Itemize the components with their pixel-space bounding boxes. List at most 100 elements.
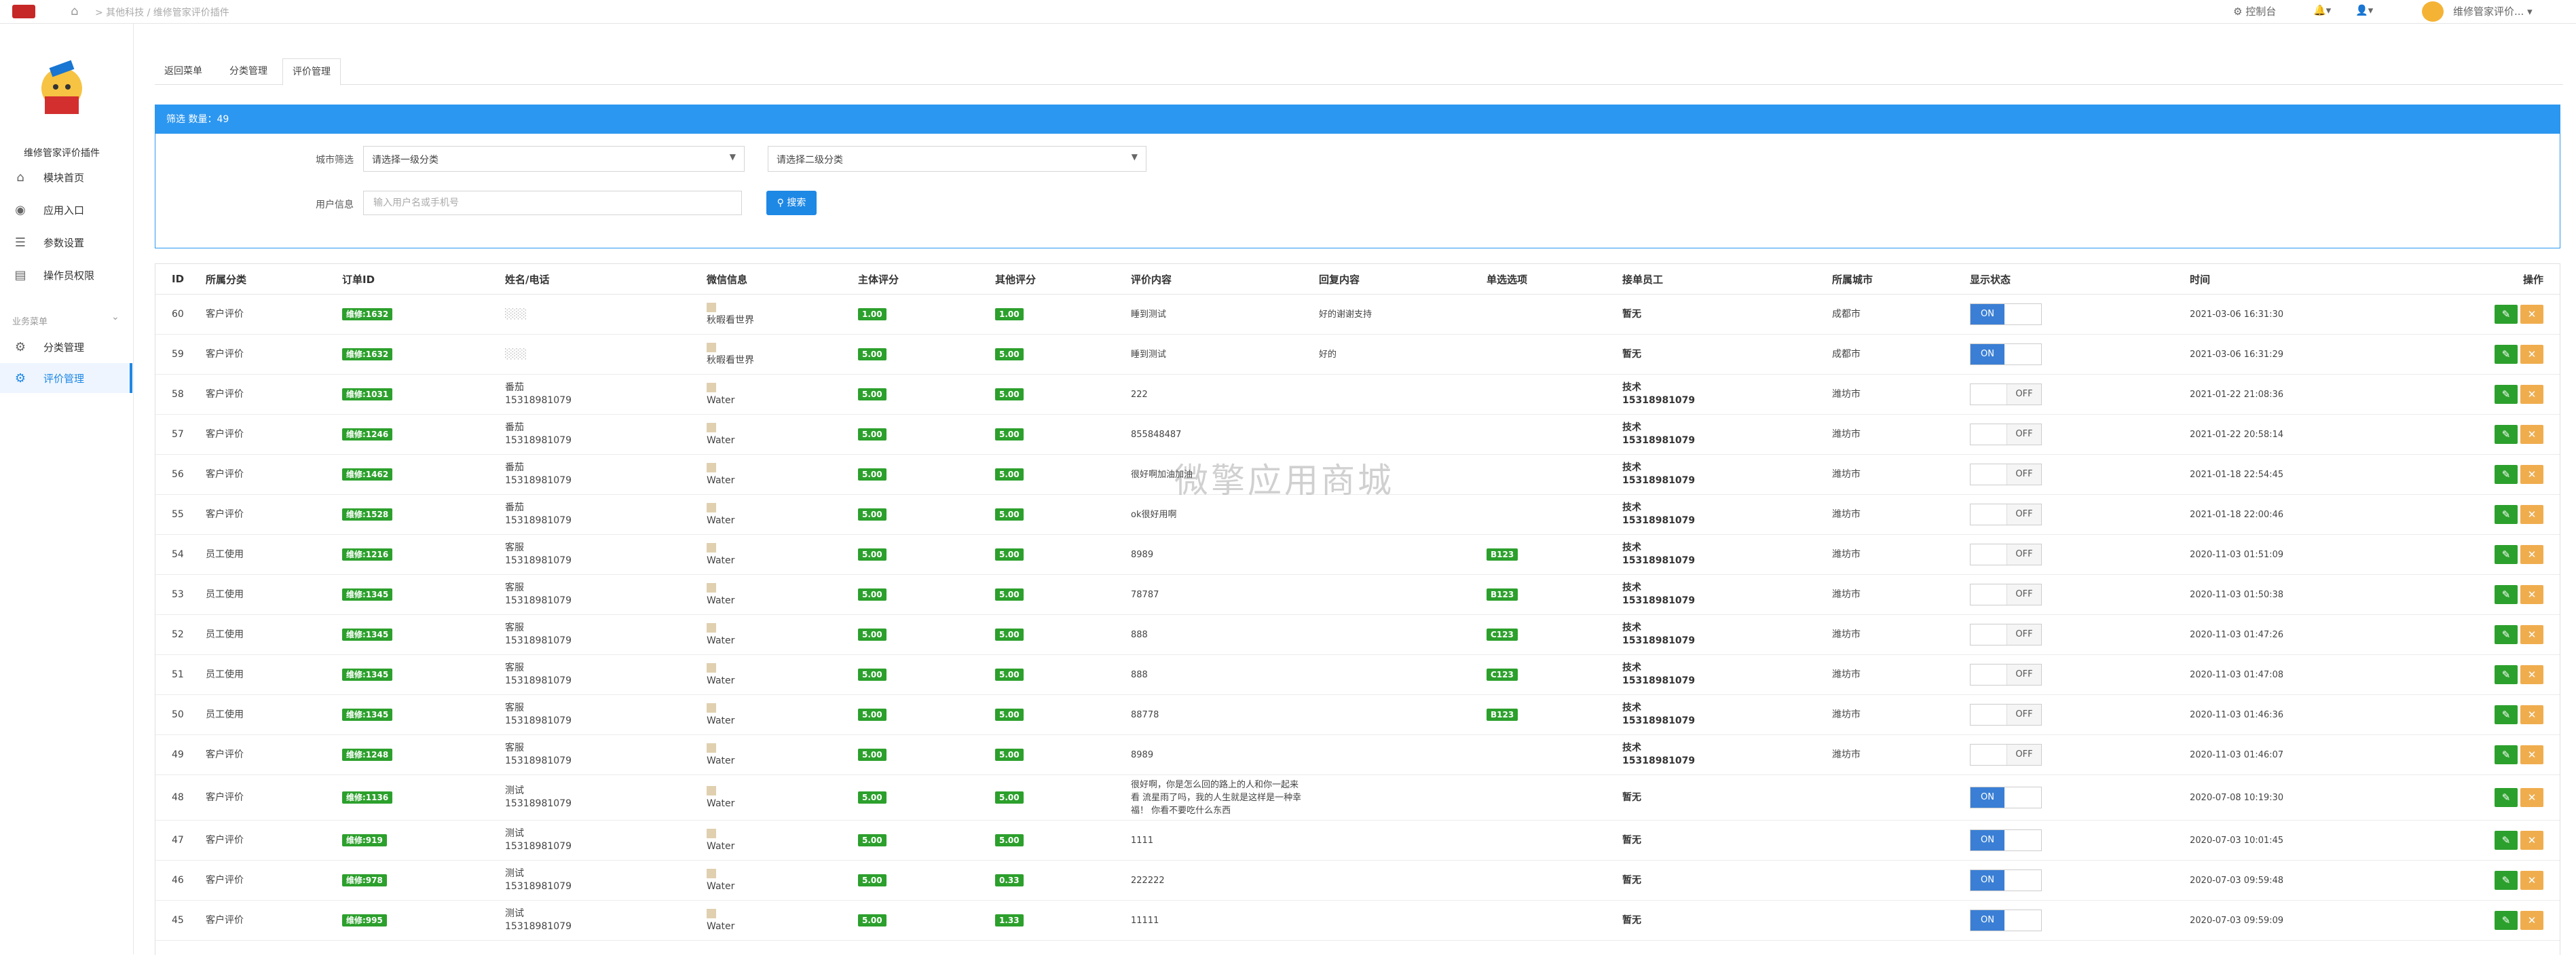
display-toggle[interactable]: ON (1970, 343, 2042, 365)
delete-button[interactable]: ✕ (2520, 745, 2543, 764)
delete-button[interactable]: ✕ (2520, 831, 2543, 850)
edit-button[interactable]: ✎ (2495, 585, 2518, 604)
edit-button[interactable]: ✎ (2495, 871, 2518, 890)
display-toggle[interactable]: ON (1970, 910, 2042, 931)
display-toggle[interactable]: OFF (1970, 544, 2042, 565)
display-toggle[interactable]: OFF (1970, 504, 2042, 525)
display-toggle[interactable]: OFF (1970, 624, 2042, 645)
cell-reply (1303, 574, 1470, 615)
cell-time: 2021-03-06 16:31:29 (2173, 334, 2411, 375)
display-toggle[interactable]: ON (1970, 303, 2042, 325)
order-id-badge: 维修:1246 (342, 428, 393, 441)
staff-name: 暂无 (1622, 791, 1641, 803)
delete-button[interactable]: ✕ (2520, 585, 2543, 604)
wechat-avatar-icon (707, 623, 716, 633)
delete-button[interactable]: ✕ (2520, 345, 2543, 364)
option-badge: B123 (1487, 588, 1518, 601)
doc-icon: ▤ (14, 268, 26, 282)
user-menu[interactable]: 维修管家评价... ▾ (2453, 4, 2533, 18)
sidebar-item-reviews[interactable]: ⚙ 评价管理 (0, 363, 132, 393)
display-toggle[interactable]: ON (1970, 869, 2042, 891)
delete-button[interactable]: ✕ (2520, 625, 2543, 644)
cell-id: 59 (155, 334, 189, 375)
entry-icon: ◉ (15, 203, 26, 217)
edit-button[interactable]: ✎ (2495, 505, 2518, 524)
select-category-1[interactable]: 请选择一级分类 ▼ (363, 146, 745, 172)
edit-button[interactable]: ✎ (2495, 665, 2518, 684)
bell-icon[interactable]: 🔔▾ (2313, 4, 2331, 16)
delete-button[interactable]: ✕ (2520, 665, 2543, 684)
cell-category: 客户评价 (189, 820, 326, 861)
edit-button[interactable]: ✎ (2495, 345, 2518, 364)
close-icon: ✕ (2527, 709, 2537, 721)
edit-button[interactable]: ✎ (2495, 788, 2518, 807)
edit-button[interactable]: ✎ (2495, 745, 2518, 764)
cell-content: 222 (1115, 374, 1303, 415)
edit-button[interactable]: ✎ (2495, 385, 2518, 404)
close-icon: ✕ (2527, 834, 2537, 846)
select-category-2[interactable]: 请选择二级分类 ▼ (768, 146, 1146, 172)
wechat-avatar-icon (707, 663, 716, 673)
sidebar-item-entry[interactable]: ◉ 应用入口 (0, 195, 132, 225)
display-toggle[interactable]: OFF (1970, 383, 2042, 405)
display-toggle[interactable]: OFF (1970, 704, 2042, 726)
close-icon: ✕ (2527, 548, 2537, 561)
sidebar-item-category[interactable]: ⚙ 分类管理 (0, 332, 132, 362)
staff-name: 暂无 (1622, 308, 1641, 320)
display-toggle[interactable]: ON (1970, 829, 2042, 851)
avatar[interactable] (2422, 1, 2444, 22)
edit-button[interactable]: ✎ (2495, 465, 2518, 484)
delete-button[interactable]: ✕ (2520, 425, 2543, 444)
edit-button[interactable]: ✎ (2495, 425, 2518, 444)
edit-button[interactable]: ✎ (2495, 625, 2518, 644)
close-icon: ✕ (2527, 508, 2537, 521)
display-toggle[interactable]: OFF (1970, 744, 2042, 766)
console-link[interactable]: ⚙ 控制台 (2233, 4, 2276, 18)
customer-name: 测试 (505, 868, 524, 879)
wechat-avatar-icon (707, 703, 716, 713)
edit-button[interactable]: ✎ (2495, 305, 2518, 324)
display-toggle[interactable]: OFF (1970, 664, 2042, 686)
sidebar-item-home[interactable]: ⌂ 模块首页 (0, 162, 132, 192)
wechat-name: Water (707, 395, 735, 406)
search-button[interactable]: ⚲ 搜索 (766, 191, 817, 215)
customer-phone: 15318981079 (505, 755, 572, 766)
delete-button[interactable]: ✕ (2520, 871, 2543, 890)
col-city: 所属城市 (1816, 264, 1954, 295)
delete-button[interactable]: ✕ (2520, 788, 2543, 807)
app-logo-small[interactable] (12, 5, 35, 18)
edit-button[interactable]: ✎ (2495, 545, 2518, 564)
edit-icon: ✎ (2501, 508, 2511, 521)
table-row: 45 客户评价 维修:995 测试 15318981079 Water 5.00 … (155, 900, 2560, 941)
delete-button[interactable]: ✕ (2520, 505, 2543, 524)
customer-phone: 15318981079 (505, 475, 572, 486)
sidebar-item-permissions[interactable]: ▤ 操作员权限 (0, 260, 132, 290)
delete-button[interactable]: ✕ (2520, 911, 2543, 930)
tab-back-menu[interactable]: 返回菜单 (155, 58, 212, 84)
delete-button[interactable]: ✕ (2520, 305, 2543, 324)
delete-button[interactable]: ✕ (2520, 545, 2543, 564)
display-toggle[interactable]: OFF (1970, 464, 2042, 485)
edit-button[interactable]: ✎ (2495, 911, 2518, 930)
edit-button[interactable]: ✎ (2495, 831, 2518, 850)
delete-button[interactable]: ✕ (2520, 705, 2543, 724)
delete-button[interactable]: ✕ (2520, 385, 2543, 404)
chevron-down-icon[interactable]: ⌄ (111, 312, 119, 322)
cell-time: 2021-01-18 22:54:45 (2173, 454, 2411, 495)
sidebar-item-settings[interactable]: ☰ 参数设置 (0, 227, 132, 257)
user-search-input[interactable]: 输入用户名或手机号 (363, 191, 742, 215)
cell-content: 78787 (1115, 574, 1303, 615)
display-toggle[interactable]: ON (1970, 787, 2042, 808)
tab-category[interactable]: 分类管理 (220, 58, 277, 84)
home-icon[interactable]: ⌂ (71, 4, 78, 18)
user-icon[interactable]: 👤▾ (2355, 4, 2373, 16)
cell-time: 2021-01-22 21:08:36 (2173, 374, 2411, 415)
edit-button[interactable]: ✎ (2495, 705, 2518, 724)
cell-reply (1303, 694, 1470, 735)
display-toggle[interactable]: OFF (1970, 424, 2042, 445)
delete-button[interactable]: ✕ (2520, 465, 2543, 484)
display-toggle[interactable]: OFF (1970, 584, 2042, 605)
cell-content: 睡到测试 (1115, 294, 1303, 335)
order-id-badge: 维修:1632 (342, 348, 393, 360)
tab-reviews[interactable]: 评价管理 (282, 58, 341, 86)
